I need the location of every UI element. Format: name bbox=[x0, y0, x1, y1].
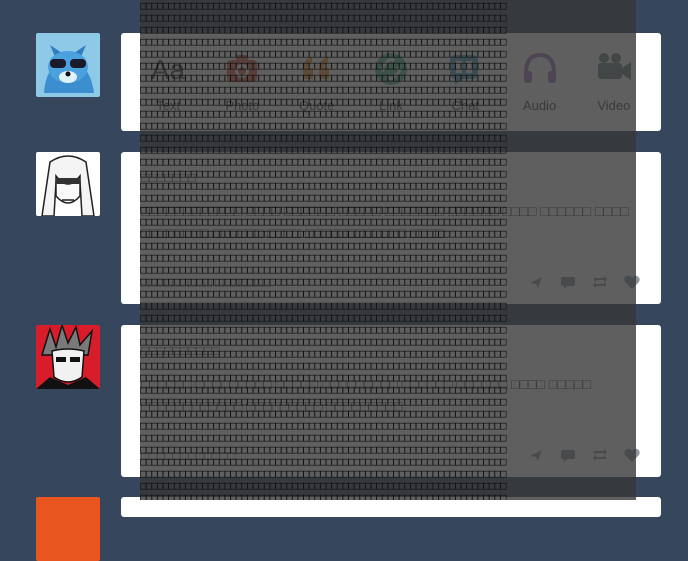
glyph-overlay-line: □□□□□□□□□□□□□□□□□□□□□□□□□□□□□□□□□□□□□□□□… bbox=[140, 11, 506, 24]
post-footer: □□□□□□□□□□□□ bbox=[141, 445, 641, 465]
post-notes[interactable]: □□□□□□□□□□□□ bbox=[141, 448, 527, 463]
svg-text:Aa: Aa bbox=[151, 54, 186, 85]
post-type-audio-button[interactable]: Audio bbox=[507, 49, 573, 113]
post-body: □□□□□□□□□□□□ □□□□ □□□□□□ □□□□□ □□□□□□□ □… bbox=[141, 203, 629, 241]
glyph-overlay-line: □□□□□□□□□□□□□□□□□□□□□□□□□□□□□□□□□□□□□□□□… bbox=[140, 479, 506, 492]
post-author[interactable]: □□□□□□□□□□ bbox=[121, 325, 661, 359]
quote-icon bbox=[302, 57, 329, 79]
avatar-blue-wolf[interactable] bbox=[36, 33, 100, 97]
chat-icon bbox=[450, 55, 479, 85]
avatar-spiky-hair[interactable] bbox=[36, 325, 100, 389]
post-card bbox=[121, 497, 661, 517]
avatar-white-hair[interactable] bbox=[36, 152, 100, 216]
post-type-label: Photo bbox=[225, 98, 260, 113]
post-composer: Aa Text Photo Quote Link Chat Audio Video bbox=[121, 33, 661, 131]
post-type-label: Chat bbox=[451, 98, 479, 113]
avatar-partial[interactable] bbox=[36, 497, 100, 561]
link-icon bbox=[374, 53, 407, 85]
share-icon[interactable] bbox=[527, 273, 545, 291]
post-footer: □□□□□□□□□ □□□□□□□ bbox=[141, 272, 641, 292]
post-type-text-button[interactable]: Aa Text bbox=[135, 49, 201, 113]
post-type-label: Quote bbox=[298, 98, 335, 113]
reply-icon[interactable] bbox=[559, 273, 577, 291]
post-type-label: Video bbox=[597, 98, 631, 113]
glyph-overlay-line: □□□□□□□□□□□□□□□□□□□□□□□□□□□□□□□□□□□□□□□□… bbox=[140, 0, 506, 12]
post-type-quote-button[interactable]: Quote bbox=[284, 49, 350, 113]
like-icon[interactable] bbox=[623, 273, 641, 291]
glyph-overlay-line: □□□□□□□□□□□□□□□□□□□□□□□□□□□□□□□□□□□□□□□□… bbox=[140, 131, 506, 144]
post-type-chat-button[interactable]: Chat bbox=[432, 49, 498, 113]
post-type-photo-button[interactable]: Photo bbox=[209, 49, 275, 113]
post-notes[interactable]: □□□□□□□□□ □□□□□□□ bbox=[141, 275, 527, 290]
post-type-video-button[interactable]: Video bbox=[581, 49, 647, 113]
like-icon[interactable] bbox=[623, 446, 641, 464]
reblog-icon[interactable] bbox=[591, 446, 609, 464]
post-card: □□□□□□□ □□□□□□□□□□□□ □□□□ □□□□□□ □□□□□ □… bbox=[121, 152, 661, 304]
post-author[interactable]: □□□□□□□ bbox=[121, 152, 661, 186]
video-camera-icon bbox=[597, 53, 631, 80]
text-icon: Aa bbox=[151, 54, 186, 85]
post-type-link-button[interactable]: Link bbox=[358, 49, 424, 113]
post-type-bar: Aa Text Photo Quote Link Chat Audio Video bbox=[121, 33, 661, 113]
glyph-overlay-line: □□□□□□□□□□□□□□□□□□□□□□□□□□□□□□□□□□□□□□□□… bbox=[140, 311, 506, 324]
post-body: □□□□□□ □□□□□□□□□ □□□□□ □□□□□□□□□ □□□□□□ … bbox=[141, 376, 592, 414]
post-type-label: Audio bbox=[522, 98, 557, 113]
post-type-label: Text bbox=[156, 98, 181, 113]
post-type-label: Link bbox=[379, 98, 403, 113]
camera-icon bbox=[227, 55, 258, 82]
share-icon[interactable] bbox=[527, 446, 545, 464]
post-card: □□□□□□□□□□ □□□□□□ □□□□□□□□□ □□□□□ □□□□□□… bbox=[121, 325, 661, 477]
reply-icon[interactable] bbox=[559, 446, 577, 464]
headphones-icon bbox=[523, 52, 556, 83]
reblog-icon[interactable] bbox=[591, 273, 609, 291]
